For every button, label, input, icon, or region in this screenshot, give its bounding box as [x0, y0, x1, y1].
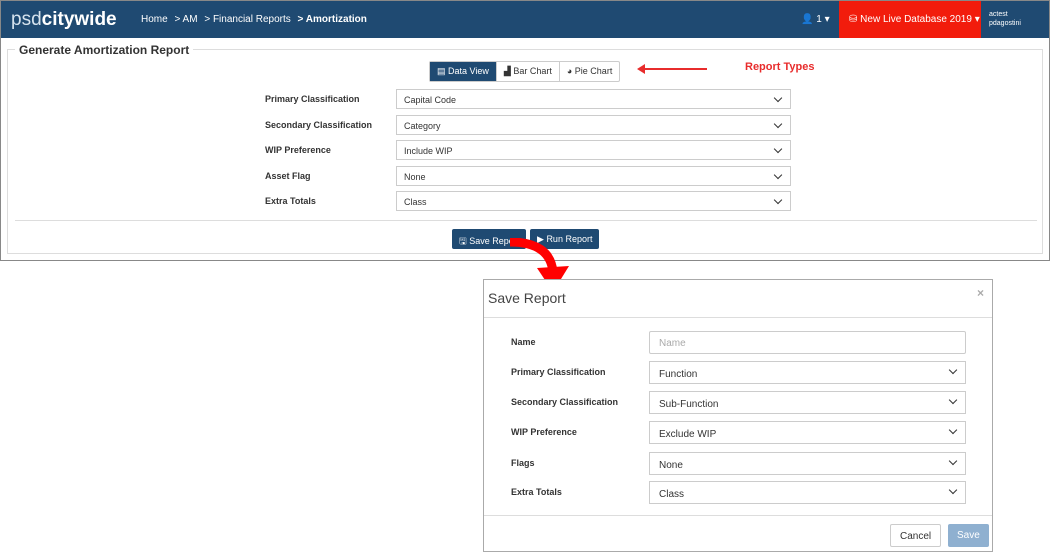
divider — [484, 515, 992, 516]
field-label: Asset Flag — [265, 171, 311, 181]
pie-chart-icon: ◕ — [566, 66, 573, 76]
account-dropdown[interactable]: actest pdagostini — [989, 10, 1021, 28]
top-nav: psdcitywide Home > AM > Financial Report… — [1, 1, 1049, 38]
logo-text-bold: citywide — [41, 9, 117, 30]
users-dropdown[interactable]: 👤 1 ▾ — [801, 14, 830, 25]
breadcrumb: Home > AM > Financial Reports > Amortiza… — [141, 14, 367, 25]
primary-classification-row: Primary Classification Capital Code — [265, 89, 791, 109]
users-icon: 👤 — [801, 14, 814, 25]
field-label: WIP Preference — [265, 145, 331, 155]
tab-bar-chart[interactable]: ▟ Bar Chart — [497, 62, 560, 81]
primary-classification-select[interactable]: Function — [649, 361, 966, 384]
field-label: Secondary Classification — [265, 120, 373, 130]
account-user: pdagostini — [989, 20, 1021, 27]
breadcrumb-financial-reports[interactable]: > Financial Reports — [204, 14, 290, 25]
breadcrumb-home[interactable]: Home — [141, 14, 168, 25]
field-label: Extra Totals — [265, 196, 316, 206]
primary-classification-row: Primary Classification Function — [511, 361, 966, 384]
extra-totals-row: Extra Totals Class — [265, 191, 791, 211]
flags-select[interactable]: None — [649, 452, 966, 475]
wip-preference-select[interactable]: Include WIP — [396, 140, 791, 160]
field-label: Extra Totals — [511, 487, 562, 497]
wip-preference-row: WIP Preference Exclude WIP — [511, 421, 966, 444]
extra-totals-row: Extra Totals Class — [511, 481, 966, 504]
breadcrumb-current: > Amortization — [297, 14, 367, 25]
logo-text: psd — [11, 9, 42, 30]
secondary-classification-row: Secondary Classification Sub-Function — [511, 391, 966, 414]
users-count: 1 — [816, 14, 822, 25]
breadcrumb-am[interactable]: > AM — [174, 14, 197, 25]
secondary-classification-select[interactable]: Category — [396, 115, 791, 135]
field-label: Name — [511, 337, 536, 347]
cancel-button[interactable]: Cancel — [890, 524, 942, 547]
annotation-line — [641, 68, 707, 70]
secondary-classification-row: Secondary Classification Category — [265, 115, 791, 135]
app-window: psdcitywide Home > AM > Financial Report… — [0, 0, 1050, 261]
annotation-text: Report Types — [745, 61, 815, 73]
save-icon: 🖫 — [459, 236, 467, 246]
field-label: Flags — [511, 458, 535, 468]
name-row: Name Name — [511, 331, 966, 354]
field-label: Primary Classification — [511, 367, 606, 377]
primary-classification-select[interactable]: Capital Code — [396, 89, 791, 109]
wip-preference-row: WIP Preference Include WIP — [265, 140, 791, 160]
tab-label: Pie Chart — [574, 66, 613, 76]
table-icon: ▤ — [437, 66, 446, 76]
report-type-toggle: ▤ Data View ▟ Bar Chart ◕ Pie Chart — [429, 61, 621, 82]
close-icon[interactable]: × — [977, 286, 984, 300]
logo[interactable]: psdcitywide — [11, 9, 117, 31]
extra-totals-select[interactable]: Class — [396, 191, 791, 211]
field-label: Secondary Classification — [511, 397, 619, 407]
tab-data-view[interactable]: ▤ Data View — [430, 62, 497, 81]
asset-flag-select[interactable]: None — [396, 166, 791, 186]
save-button[interactable]: Save — [948, 524, 989, 547]
page-title: Generate Amortization Report — [15, 43, 194, 57]
bar-chart-icon: ▟ — [503, 66, 511, 76]
tab-pie-chart[interactable]: ◕ Pie Chart — [560, 62, 619, 81]
secondary-classification-select[interactable]: Sub-Function — [649, 391, 966, 414]
divider — [15, 220, 1037, 221]
divider — [484, 317, 992, 318]
database-icon: ⛁ — [849, 14, 858, 25]
field-label: WIP Preference — [511, 427, 577, 437]
tab-label: Data View — [448, 66, 489, 76]
account-name: actest — [989, 11, 1008, 18]
modal-title: Save Report — [488, 290, 566, 306]
flags-row: Flags None — [511, 452, 966, 475]
asset-flag-row: Asset Flag None — [265, 166, 791, 186]
database-dropdown[interactable]: ⛁ New Live Database 2019 ▾ — [839, 1, 981, 38]
extra-totals-select[interactable]: Class — [649, 481, 966, 504]
wip-preference-select[interactable]: Exclude WIP — [649, 421, 966, 444]
field-label: Primary Classification — [265, 94, 360, 104]
name-input[interactable]: Name — [649, 331, 966, 354]
save-report-modal: Save Report × Name Name Primary Classific… — [483, 279, 993, 552]
database-label: New Live Database 2019 — [860, 14, 972, 25]
tab-label: Bar Chart — [513, 66, 552, 76]
